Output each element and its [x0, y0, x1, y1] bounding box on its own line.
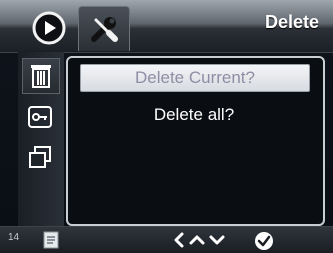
memo-icon [43, 231, 59, 249]
sidebar [18, 52, 64, 226]
navigate-down-icon[interactable] [208, 231, 226, 249]
menu-option-delete-current[interactable]: Delete Current? [80, 64, 310, 92]
confirm-icon[interactable] [254, 231, 274, 251]
navigate-left-icon[interactable] [172, 231, 186, 249]
trash-icon [31, 65, 51, 88]
menu-option-delete-all[interactable]: Delete all? [80, 102, 308, 128]
tools-icon [91, 17, 118, 42]
key-icon [28, 106, 52, 128]
camera-screen: Delete Delete Current? Delete all? 14 [0, 0, 333, 253]
top-bar: Delete [0, 0, 333, 53]
copy-icon [29, 146, 51, 168]
page-title: Delete [264, 12, 319, 32]
frame-counter: 14 [8, 232, 20, 243]
sidebar-item-protect[interactable] [22, 100, 58, 134]
play-icon [32, 11, 66, 45]
navigate-up-icon[interactable] [188, 231, 206, 249]
tab-playback[interactable] [24, 6, 74, 50]
delete-menu-panel: Delete Current? Delete all? [66, 56, 325, 226]
tab-settings[interactable] [78, 6, 130, 51]
sidebar-item-delete[interactable] [22, 58, 60, 94]
bottom-bar [0, 226, 333, 253]
sidebar-item-copy[interactable] [22, 140, 58, 174]
